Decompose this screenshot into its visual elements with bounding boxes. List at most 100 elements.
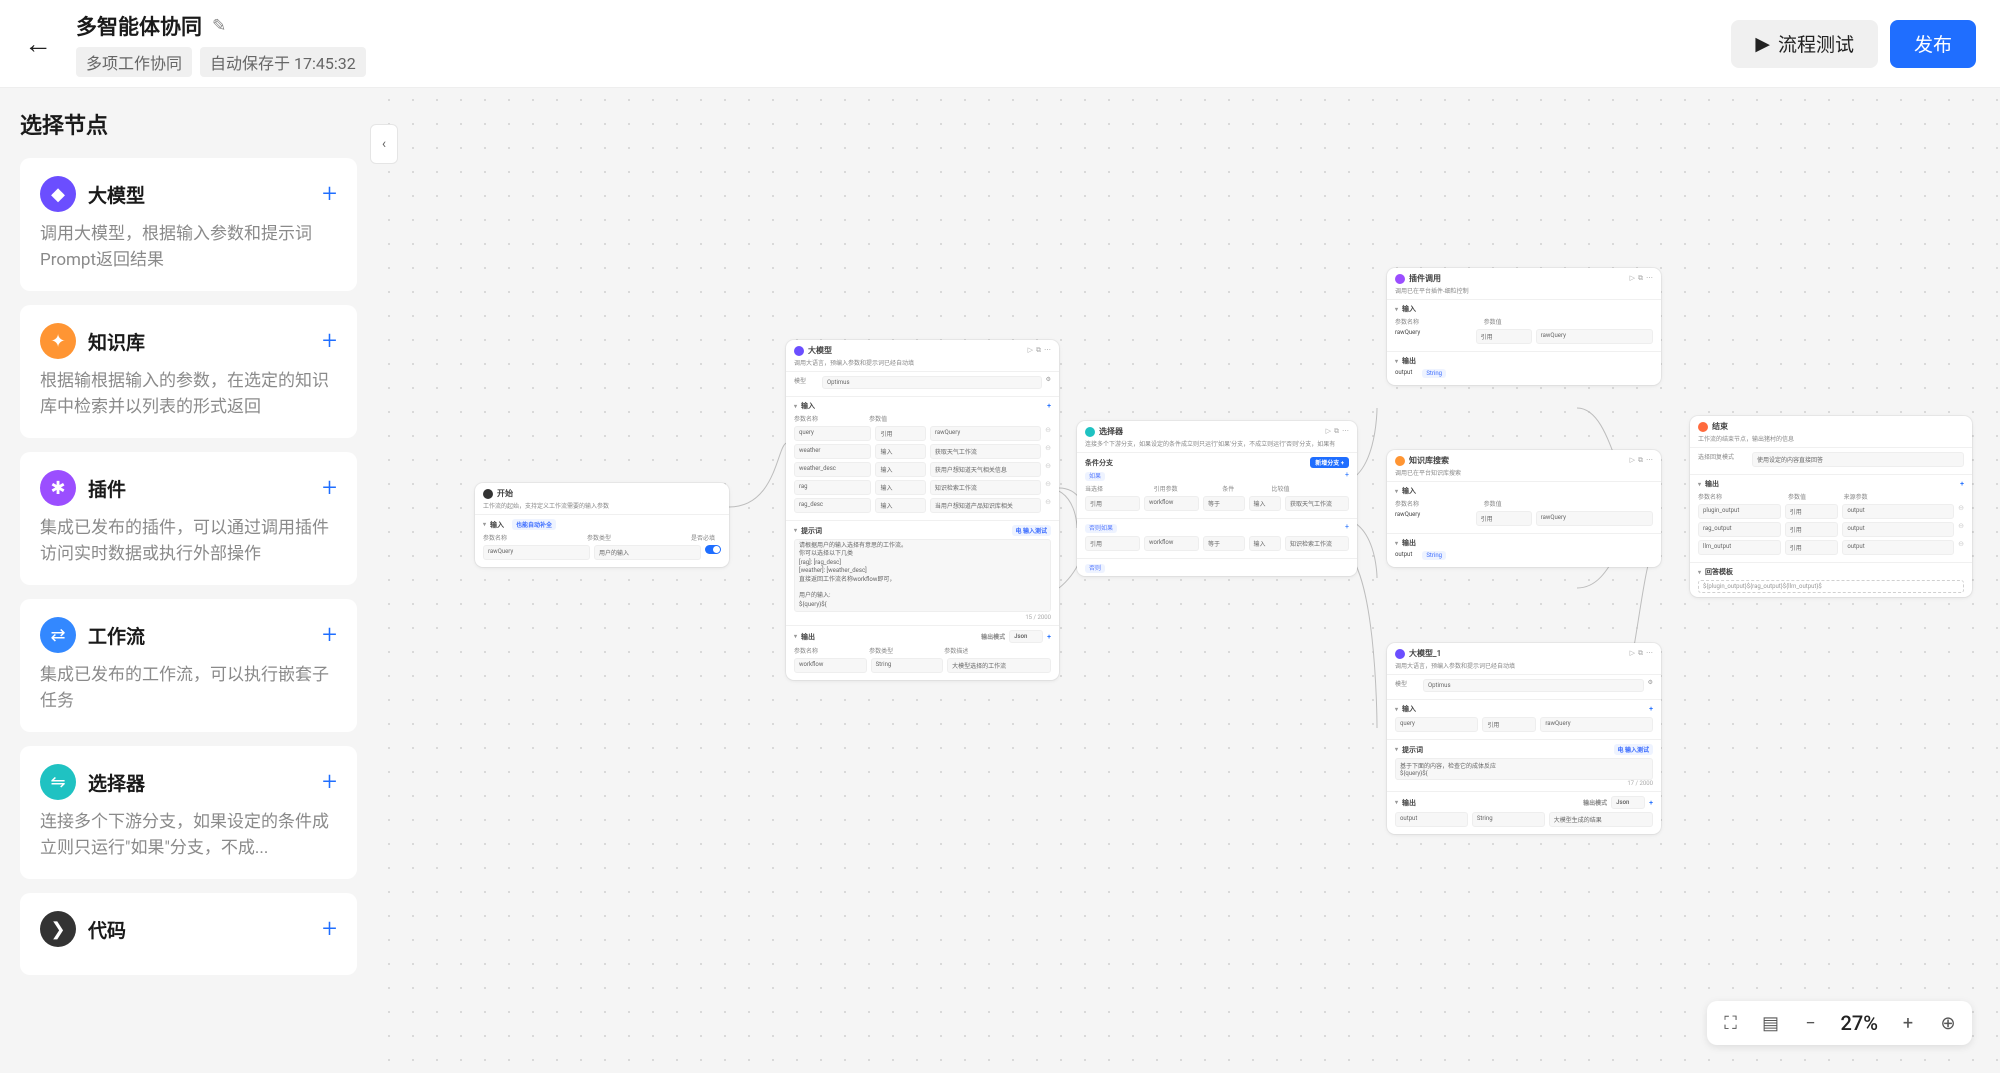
add-node-button[interactable]: +: [322, 620, 337, 650]
copy-icon[interactable]: ⧉: [1334, 427, 1339, 436]
zoom-fit-button[interactable]: ⊕: [1932, 1007, 1964, 1039]
delete-row-button[interactable]: ⊖: [1958, 540, 1964, 555]
output-mode-select[interactable]: Json: [1611, 796, 1645, 809]
cond-val-type[interactable]: 输入: [1249, 496, 1282, 511]
palette-item-selector[interactable]: ⇋ 选择器 + 连接多个下游分支，如果设定的条件成立则只运行"如果"分支，不成.…: [20, 746, 357, 879]
add-cond-button[interactable]: +: [1345, 471, 1349, 479]
add-node-button[interactable]: +: [322, 767, 337, 797]
template-textarea[interactable]: ${plugin_output}${rag_output}${llm_outpu…: [1698, 580, 1964, 593]
param-type[interactable]: 引用: [1785, 522, 1839, 537]
out-type[interactable]: String: [871, 658, 944, 673]
output-mode-select[interactable]: Json: [1009, 630, 1043, 643]
param-type[interactable]: 输入: [875, 462, 925, 477]
cond-val-type[interactable]: 输入: [1249, 536, 1282, 551]
flow-node-end[interactable]: 结束 工作流的结束节点，输出猪村的信息 选择回复模式使用设定的内容直接回答 ▾输…: [1690, 416, 1972, 597]
collapse-sidebar-button[interactable]: ‹: [370, 124, 398, 164]
delete-row-button[interactable]: ⊖: [1958, 504, 1964, 519]
prompt-textarea[interactable]: 请根据用户的输入选择有意思的工作流。 你可以选择以下几类 [rag]: [rag…: [794, 539, 1051, 612]
add-node-button[interactable]: +: [322, 179, 337, 209]
cond-value[interactable]: 获取天气工作流: [1285, 496, 1349, 511]
more-icon[interactable]: ⋯: [1646, 456, 1653, 465]
param-type[interactable]: 输入: [875, 444, 925, 459]
publish-button[interactable]: 发布: [1890, 20, 1976, 68]
flow-node-selector[interactable]: 选择器 ▷⧉⋯ 连接多个下游分支，如果设定的条件成立则只运行'如果'分支，不成立…: [1077, 421, 1357, 576]
zoom-in-button[interactable]: +: [1892, 1007, 1924, 1039]
param-name[interactable]: rag: [794, 480, 871, 495]
palette-item-knowledge[interactable]: ✦ 知识库 + 根据输根据输入的参数，在选定的知识库中检索并以列表的形式返回: [20, 305, 357, 438]
model-select[interactable]: Optimus: [822, 376, 1042, 389]
param-name-input[interactable]: rawQuery: [483, 545, 590, 560]
param-type[interactable]: 引用: [1785, 504, 1839, 519]
add-branch-button[interactable]: 新增分支 +: [1310, 457, 1349, 468]
run-icon[interactable]: ▷: [1630, 274, 1635, 283]
add-node-button[interactable]: +: [322, 473, 337, 503]
add-output-button[interactable]: +: [1047, 633, 1051, 641]
param-type[interactable]: 引用: [875, 426, 925, 441]
fullscreen-button[interactable]: ⛶: [1715, 1007, 1747, 1039]
flow-node-plugin[interactable]: 插件调用▷⧉⋯ 调用已在平台插件-细粒控制 ▾输入 参数名称参数值 rawQue…: [1387, 268, 1661, 385]
param-type[interactable]: 引用: [1476, 329, 1532, 344]
param-value[interactable]: output: [1842, 522, 1954, 537]
add-param-button[interactable]: +: [1649, 705, 1653, 713]
param-type[interactable]: 输入: [875, 498, 925, 513]
flow-node-kb[interactable]: 知识库搜索▷⧉⋯ 调用已在平台知识库搜索 ▾输入 参数名称参数值 rawQuer…: [1387, 450, 1661, 567]
out-desc[interactable]: 大模型选择的工作流: [947, 658, 1051, 673]
param-value[interactable]: 当用户想知道产品知识库相关: [930, 498, 1041, 513]
cond-ref[interactable]: workflow: [1144, 536, 1199, 551]
out-name[interactable]: workflow: [794, 658, 867, 673]
param-value[interactable]: rawQuery: [930, 426, 1041, 441]
model-select[interactable]: Optimus: [1423, 679, 1644, 692]
cond-value[interactable]: 知识检索工作流: [1285, 536, 1349, 551]
zoom-out-button[interactable]: −: [1795, 1007, 1827, 1039]
param-type[interactable]: 引用: [1785, 540, 1839, 555]
flow-node-llm-1[interactable]: 大模型_1▷⧉⋯ 调用大语言，预编入参数和提示词已经自动填 模型Optimus⚙…: [1387, 643, 1661, 834]
flow-canvas[interactable]: 开始 工作流的起始，支持定义工作流需要的输入参数 ▾输入 也能自动补全 参数名称…: [377, 88, 2000, 1073]
param-value[interactable]: 知识检索工作流: [930, 480, 1041, 495]
more-icon[interactable]: ⋯: [1646, 649, 1653, 658]
param-name[interactable]: llm_output: [1698, 540, 1781, 555]
param-type[interactable]: 输入: [875, 480, 925, 495]
model-settings-icon[interactable]: ⚙: [1648, 679, 1653, 692]
prompt-test-button[interactable]: 电 输入测试: [1012, 525, 1052, 536]
param-name[interactable]: rag_desc: [794, 498, 871, 513]
out-type[interactable]: String: [1472, 812, 1545, 827]
delete-row-button[interactable]: ⊖: [1045, 462, 1051, 477]
delete-row-button[interactable]: ⊖: [1045, 426, 1051, 441]
delete-row-button[interactable]: ⊖: [1958, 522, 1964, 537]
out-desc[interactable]: 大模型生成的结果: [1549, 812, 1653, 827]
delete-row-button[interactable]: ⊖: [1045, 498, 1051, 513]
prompt-test-button[interactable]: 电 输入测试: [1614, 744, 1654, 755]
param-name[interactable]: weather: [794, 444, 871, 459]
run-icon[interactable]: ▷: [1326, 427, 1331, 436]
copy-icon[interactable]: ⧉: [1638, 274, 1643, 283]
add-node-button[interactable]: +: [322, 914, 337, 944]
add-param-button[interactable]: +: [1047, 402, 1051, 410]
palette-item-plugin[interactable]: ✱ 插件 + 集成已发布的插件，可以通过调用插件访问实时数据或执行外部操作: [20, 452, 357, 585]
back-arrow-icon[interactable]: ←: [24, 27, 52, 60]
copy-icon[interactable]: ⧉: [1638, 456, 1643, 465]
test-flow-button[interactable]: ▶ 流程测试: [1731, 20, 1878, 68]
palette-item-llm[interactable]: ◆ 大模型 + 调用大模型，根据输入参数和提示词Prompt返回结果: [20, 158, 357, 291]
param-value[interactable]: rawQuery: [1536, 329, 1653, 344]
copy-icon[interactable]: ⧉: [1638, 649, 1643, 658]
out-name[interactable]: output: [1395, 812, 1468, 827]
param-name[interactable]: query: [794, 426, 871, 441]
add-output-button[interactable]: +: [1960, 480, 1964, 488]
param-value[interactable]: 获用户想知道天气相关信息: [930, 462, 1041, 477]
param-value[interactable]: output: [1842, 504, 1954, 519]
required-toggle[interactable]: [705, 545, 721, 554]
param-value[interactable]: rawQuery: [1540, 717, 1653, 732]
cond-op[interactable]: 等于: [1203, 536, 1245, 551]
palette-item-code[interactable]: ❯ 代码 +: [20, 893, 357, 975]
add-node-button[interactable]: +: [322, 326, 337, 356]
param-name[interactable]: weather_desc: [794, 462, 871, 477]
autolayout-button[interactable]: ▤: [1755, 1007, 1787, 1039]
cond-source[interactable]: 引用: [1085, 536, 1140, 551]
param-value[interactable]: output: [1842, 540, 1954, 555]
delete-row-button[interactable]: ⊖: [1045, 480, 1051, 495]
run-icon[interactable]: ▷: [1028, 346, 1033, 355]
param-type-input[interactable]: 用户的输入: [594, 545, 701, 560]
param-value[interactable]: 获取天气工作流: [930, 444, 1041, 459]
more-icon[interactable]: ⋯: [1342, 427, 1349, 436]
param-name[interactable]: plugin_output: [1698, 504, 1781, 519]
